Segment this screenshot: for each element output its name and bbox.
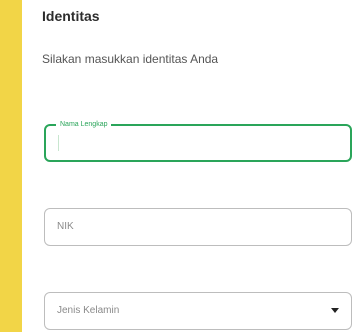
identity-form-page: Identitas Silakan masukkan identitas And… bbox=[22, 0, 360, 332]
nik-placeholder: NIK bbox=[57, 221, 74, 232]
chevron-down-icon bbox=[331, 308, 339, 313]
gender-placeholder: Jenis Kelamin bbox=[57, 305, 120, 316]
left-background-strip bbox=[0, 0, 22, 332]
text-cursor bbox=[58, 135, 59, 151]
page-title: Identitas bbox=[42, 8, 100, 24]
page-subtitle: Silakan masukkan identitas Anda bbox=[42, 52, 219, 66]
full-name-input[interactable]: Nama Lengkap bbox=[44, 120, 352, 162]
full-name-label: Nama Lengkap bbox=[56, 120, 112, 130]
nik-input[interactable]: NIK bbox=[44, 208, 352, 246]
gender-select[interactable]: Jenis Kelamin bbox=[44, 292, 352, 330]
